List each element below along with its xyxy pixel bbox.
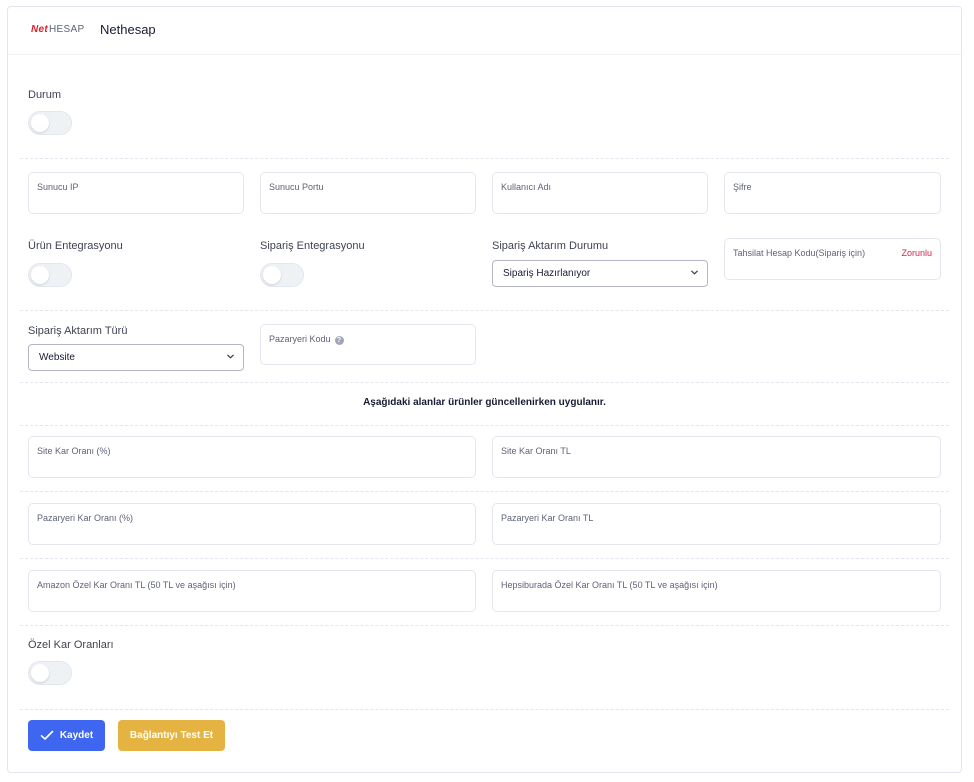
required-badge: Zorunlu bbox=[901, 248, 932, 258]
update-notice: Aşağıdaki alanlar ürünler güncellenirken… bbox=[363, 397, 606, 408]
product-integration-label: Ürün Entegrasyonu bbox=[28, 240, 123, 252]
transfer-type-label: Sipariş Aktarım Türü bbox=[28, 325, 128, 337]
marketplace-code-field[interactable]: Pazaryeri Kodu? bbox=[260, 324, 476, 365]
transfer-type-select[interactable]: Website bbox=[28, 344, 244, 371]
settings-card: Net HESAP Nethesap Durum Sunucu IP Sunuc… bbox=[7, 6, 962, 773]
market-margin-tl-input[interactable] bbox=[501, 524, 932, 538]
toggle-knob bbox=[31, 114, 49, 132]
test-connection-button[interactable]: Bağlantıyı Test Et bbox=[118, 720, 225, 751]
username-field[interactable]: Kullanıcı Adı bbox=[492, 172, 708, 214]
save-button-label: Kaydet bbox=[59, 730, 94, 741]
divider bbox=[20, 425, 949, 426]
market-margin-percent-label: Pazaryeri Kar Oranı (%) bbox=[37, 513, 134, 523]
durum-toggle[interactable] bbox=[28, 111, 72, 135]
chevron-down-icon bbox=[227, 354, 234, 359]
password-label: Şifre bbox=[733, 182, 752, 192]
hepsiburada-margin-label: Hepsiburada Özel Kar Oranı TL (50 TL ve … bbox=[501, 580, 718, 590]
special-margins-label: Özel Kar Oranları bbox=[28, 639, 114, 651]
divider bbox=[20, 709, 949, 710]
save-button[interactable]: Kaydet bbox=[28, 720, 105, 751]
server-ip-label: Sunucu IP bbox=[37, 182, 79, 192]
site-margin-tl-field[interactable]: Site Kar Oranı TL bbox=[492, 436, 941, 478]
transfer-status-value: Sipariş Hazırlanıyor bbox=[503, 268, 591, 279]
order-integration-label: Sipariş Entegrasyonu bbox=[260, 240, 365, 252]
hepsiburada-margin-field[interactable]: Hepsiburada Özel Kar Oranı TL (50 TL ve … bbox=[492, 570, 941, 612]
marketplace-code-input[interactable] bbox=[269, 344, 467, 358]
special-margins-toggle[interactable] bbox=[28, 661, 72, 685]
transfer-status-select[interactable]: Sipariş Hazırlanıyor bbox=[492, 260, 708, 287]
collection-account-field[interactable]: Tahsilat Hesap Kodu(Sipariş için) Zorunl… bbox=[724, 238, 941, 280]
server-port-label: Sunucu Portu bbox=[269, 182, 324, 192]
toggle-knob bbox=[263, 266, 281, 284]
page-title: Nethesap bbox=[100, 22, 156, 37]
product-integration-toggle[interactable] bbox=[28, 263, 72, 287]
collection-account-label: Tahsilat Hesap Kodu(Sipariş için) bbox=[733, 248, 866, 258]
order-integration-toggle[interactable] bbox=[260, 263, 304, 287]
toggle-knob bbox=[31, 664, 49, 682]
password-field[interactable]: Şifre bbox=[724, 172, 941, 214]
divider bbox=[20, 491, 949, 492]
server-port-input[interactable] bbox=[269, 193, 467, 207]
site-margin-percent-label: Site Kar Oranı (%) bbox=[37, 446, 111, 456]
divider bbox=[20, 625, 949, 626]
server-port-field[interactable]: Sunucu Portu bbox=[260, 172, 476, 214]
divider bbox=[20, 558, 949, 559]
market-margin-percent-input[interactable] bbox=[37, 524, 467, 538]
amazon-margin-label: Amazon Özel Kar Oranı TL (50 TL ve aşağı… bbox=[37, 580, 236, 590]
password-input[interactable] bbox=[733, 193, 932, 207]
market-margin-tl-label: Pazaryeri Kar Oranı TL bbox=[501, 513, 594, 523]
divider bbox=[20, 158, 949, 159]
market-margin-tl-field[interactable]: Pazaryeri Kar Oranı TL bbox=[492, 503, 941, 545]
collection-account-input[interactable] bbox=[733, 259, 932, 273]
amazon-margin-input[interactable] bbox=[37, 591, 467, 605]
site-margin-percent-input[interactable] bbox=[37, 457, 467, 471]
transfer-type-value: Website bbox=[39, 352, 75, 363]
site-margin-tl-label: Site Kar Oranı TL bbox=[501, 446, 571, 456]
site-margin-percent-field[interactable]: Site Kar Oranı (%) bbox=[28, 436, 476, 478]
divider bbox=[20, 310, 949, 311]
amazon-margin-field[interactable]: Amazon Özel Kar Oranı TL (50 TL ve aşağı… bbox=[28, 570, 476, 612]
site-margin-tl-input[interactable] bbox=[501, 457, 932, 471]
username-label: Kullanıcı Adı bbox=[501, 182, 552, 192]
chevron-down-icon bbox=[691, 270, 698, 275]
server-ip-field[interactable]: Sunucu IP bbox=[28, 172, 244, 214]
username-input[interactable] bbox=[501, 193, 699, 207]
test-connection-label: Bağlantıyı Test Et bbox=[129, 730, 214, 741]
server-ip-input[interactable] bbox=[37, 193, 235, 207]
logo-net-text: Net bbox=[31, 24, 49, 35]
divider bbox=[20, 382, 949, 383]
check-icon bbox=[40, 730, 54, 740]
marketplace-code-label: Pazaryeri Kodu bbox=[269, 334, 331, 344]
durum-label: Durum bbox=[28, 89, 62, 101]
market-margin-percent-field[interactable]: Pazaryeri Kar Oranı (%) bbox=[28, 503, 476, 545]
toggle-knob bbox=[31, 266, 49, 284]
nethesap-logo: Net HESAP bbox=[31, 24, 84, 35]
transfer-status-label: Sipariş Aktarım Durumu bbox=[492, 240, 609, 252]
card-header: Net HESAP Nethesap bbox=[8, 7, 961, 55]
hepsiburada-margin-input[interactable] bbox=[501, 591, 932, 605]
logo-hesap-text: HESAP bbox=[49, 24, 85, 35]
